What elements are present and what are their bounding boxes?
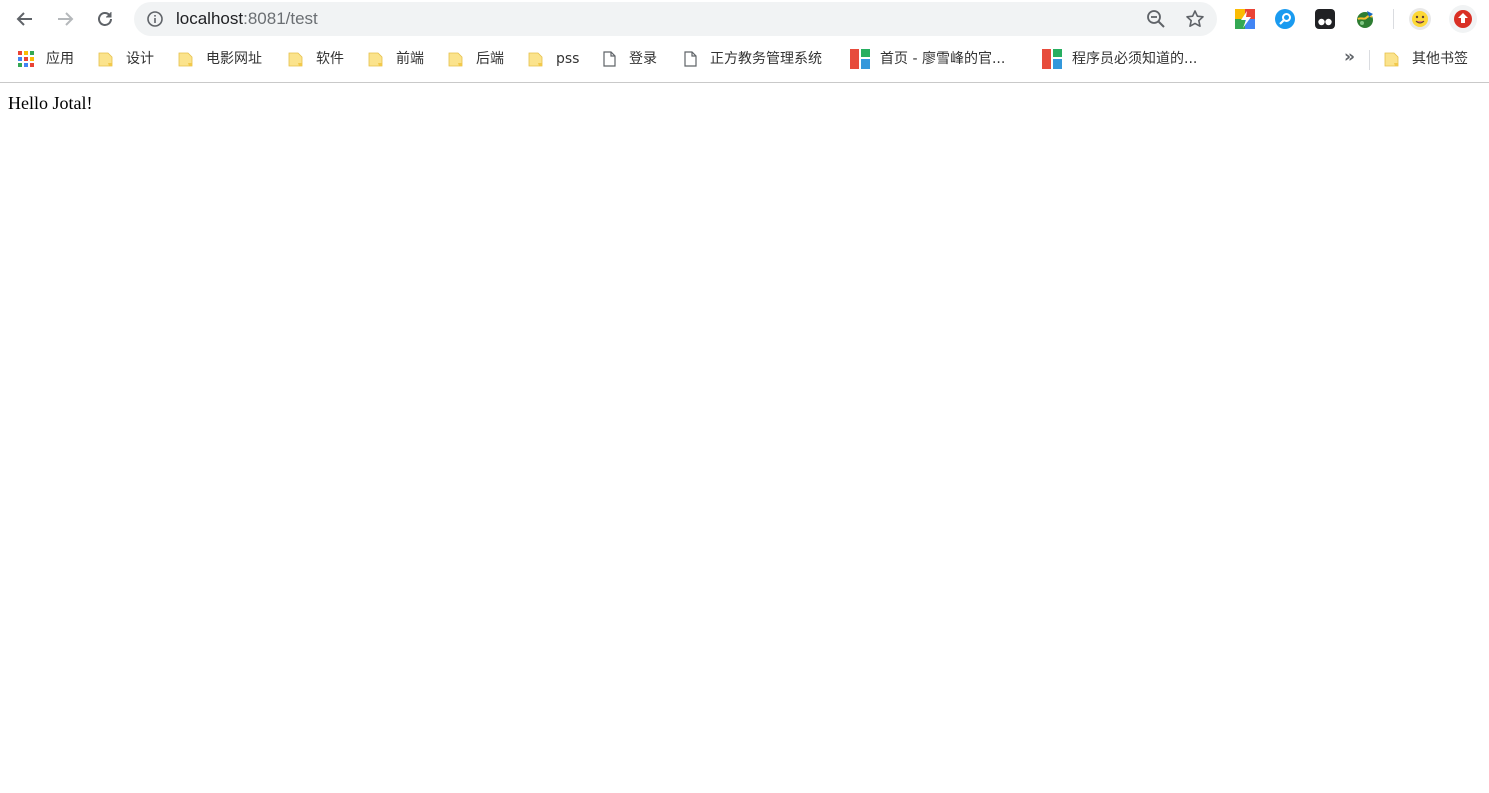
bookmark-jiaowu[interactable]: 正方教务管理系统 xyxy=(682,48,822,70)
bookmark-label: 软件 xyxy=(316,51,344,67)
folder-icon xyxy=(1384,51,1400,67)
bookmark-programmer[interactable]: 程序员必须知道的... xyxy=(1042,48,1197,70)
bookmarks-separator xyxy=(1369,50,1370,70)
bookmark-other-folder[interactable]: 其他书签 xyxy=(1384,48,1468,70)
bookmark-folder-backend[interactable]: 后端 xyxy=(448,48,504,70)
url-text[interactable]: localhost:8081/test xyxy=(176,8,318,30)
folder-icon xyxy=(288,51,304,67)
page-content: Hello Jotal! xyxy=(0,83,1489,115)
bookmark-folder-pss[interactable]: pss xyxy=(528,48,579,70)
folder-icon xyxy=(178,51,194,67)
back-button[interactable] xyxy=(10,4,40,34)
globe-extension-icon xyxy=(1357,11,1373,28)
page-icon xyxy=(601,51,617,67)
bookmark-label: 其他书签 xyxy=(1412,51,1468,67)
folder-icon xyxy=(98,51,114,67)
bookmark-folder-movies[interactable]: 电影网址 xyxy=(178,48,262,70)
reload-button[interactable] xyxy=(90,4,120,34)
bookmarks-overflow-button[interactable]: » xyxy=(1344,46,1355,68)
url-path: :8081/test xyxy=(243,9,318,28)
bookmark-folder-design[interactable]: 设计 xyxy=(98,48,154,70)
browser-chrome: localhost:8081/test 应用 设计 电影网址 软件 前端 后端 … xyxy=(0,0,1489,83)
apps-grid-icon xyxy=(18,51,34,67)
bookmark-star-button[interactable] xyxy=(1183,7,1207,31)
site-logo-icon xyxy=(850,49,870,69)
bookmark-apps[interactable]: 应用 xyxy=(18,48,74,70)
tampermonkey-icon xyxy=(1315,9,1335,29)
address-bar[interactable]: localhost:8081/test xyxy=(134,2,1217,36)
toolbar-separator xyxy=(1393,9,1394,29)
bookmark-folder-frontend[interactable]: 前端 xyxy=(368,48,424,70)
update-button[interactable] xyxy=(1448,4,1478,34)
bookmark-label: 应用 xyxy=(46,51,74,67)
body-text: Hello Jotal! xyxy=(8,93,93,113)
arrow-left-icon xyxy=(16,12,32,26)
folder-icon xyxy=(448,51,464,67)
extension-tampermonkey[interactable] xyxy=(1313,7,1337,31)
site-info-icon[interactable] xyxy=(146,10,164,28)
site-logo-icon xyxy=(1042,49,1062,69)
overflow-chevron: » xyxy=(1344,47,1355,67)
browser-toolbar: localhost:8081/test xyxy=(0,0,1489,38)
star-icon xyxy=(1186,10,1204,27)
bookmark-label: 登录 xyxy=(629,51,657,67)
extension-colorful[interactable] xyxy=(1233,7,1257,31)
bookmark-label: 电影网址 xyxy=(206,51,262,67)
zoom-out-icon xyxy=(1147,10,1165,28)
bookmark-label: 首页 - 廖雪峰的官... xyxy=(880,51,1006,67)
bookmarks-bar: 应用 设计 电影网址 软件 前端 后端 pss 登录 正方教务管理系统 首页 -… xyxy=(0,38,1489,82)
page-icon xyxy=(682,51,698,67)
bookmark-login[interactable]: 登录 xyxy=(601,48,657,70)
bookmark-label: 后端 xyxy=(476,51,504,67)
bookmark-label: pss xyxy=(556,51,580,67)
bookmark-label: 程序员必须知道的... xyxy=(1072,51,1198,67)
bookmark-label: 正方教务管理系统 xyxy=(710,51,822,67)
zoom-button[interactable] xyxy=(1144,7,1168,31)
bookmark-liaoxuefeng[interactable]: 首页 - 廖雪峰的官... xyxy=(850,48,1005,70)
search-extension-icon xyxy=(1275,9,1295,29)
bookmark-label: 设计 xyxy=(126,51,154,67)
update-arrow-icon xyxy=(1449,5,1477,33)
profile-avatar[interactable] xyxy=(1408,7,1432,31)
forward-button[interactable] xyxy=(50,4,80,34)
color-squares-icon xyxy=(1235,9,1255,29)
extension-globe[interactable] xyxy=(1353,7,1377,31)
bookmark-label: 前端 xyxy=(396,51,424,67)
folder-icon xyxy=(528,51,544,67)
extension-search[interactable] xyxy=(1273,7,1297,31)
url-host: localhost xyxy=(176,9,244,28)
reload-icon xyxy=(98,12,112,26)
avatar-emoji-icon xyxy=(1409,8,1431,30)
bookmark-folder-software[interactable]: 软件 xyxy=(288,48,344,70)
arrow-right-icon xyxy=(58,12,74,26)
folder-icon xyxy=(368,51,384,67)
